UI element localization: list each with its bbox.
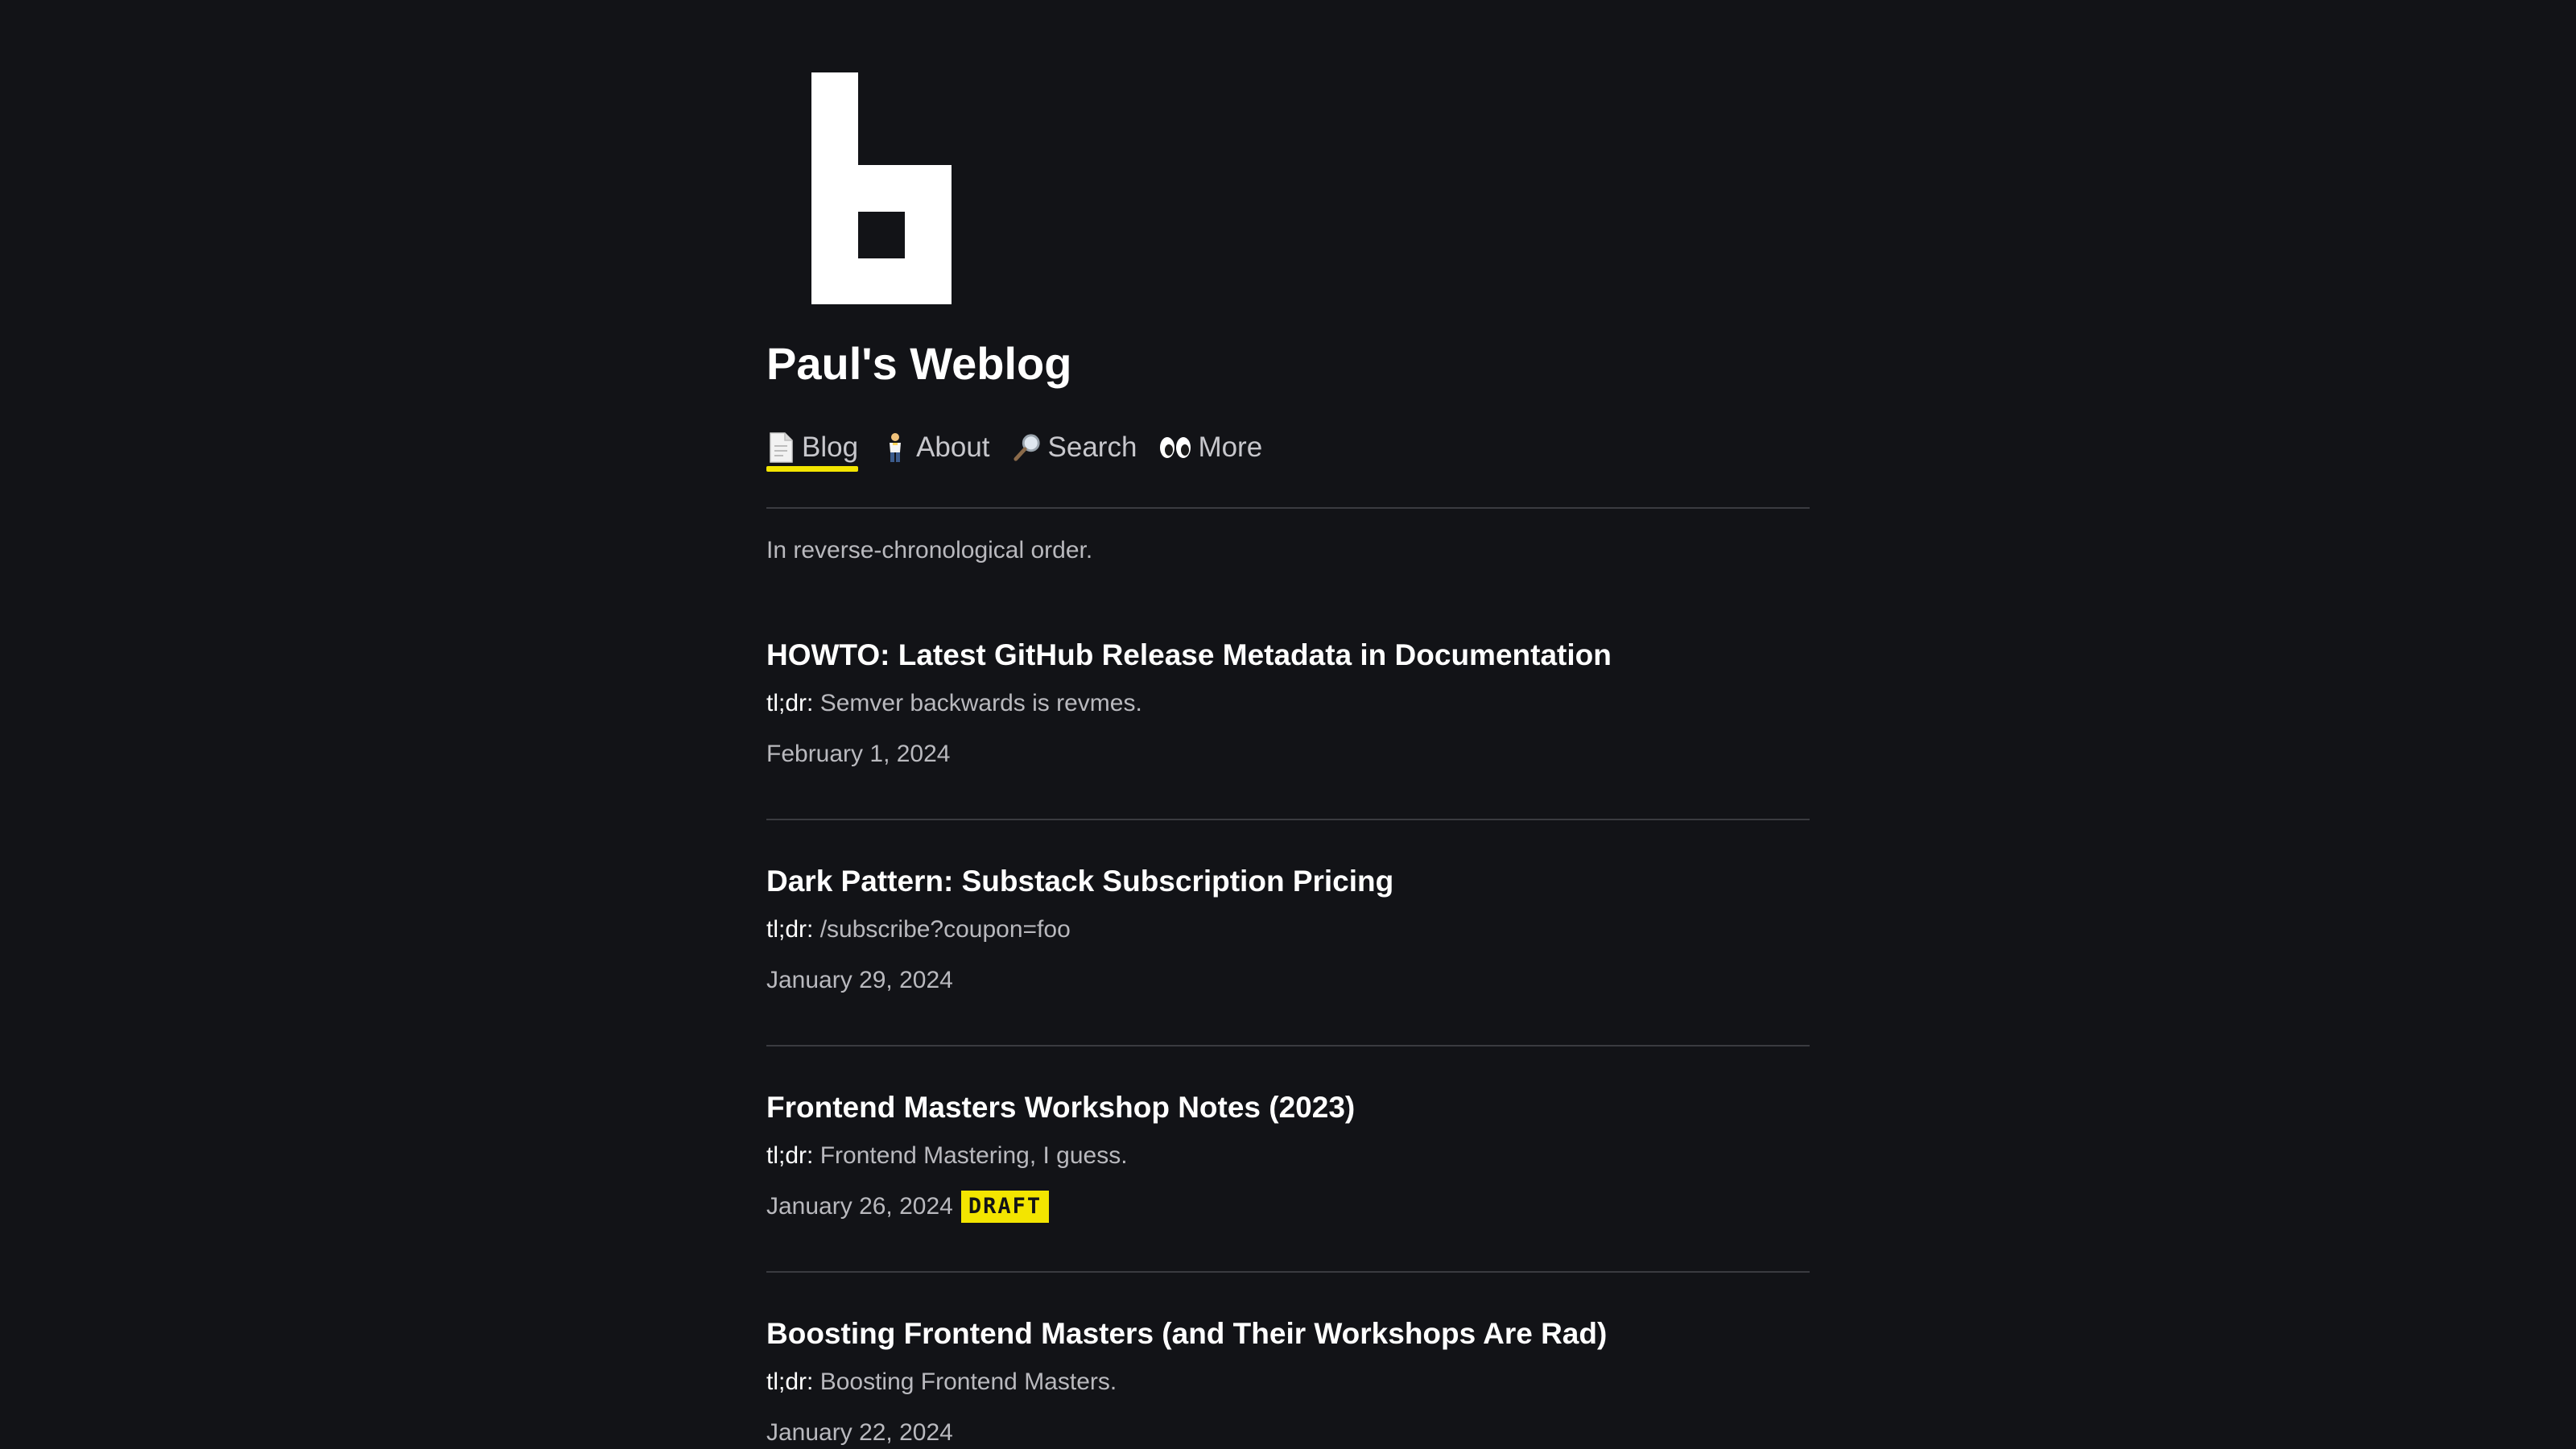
post-tldr: tl;dr: /subscribe?coupon=foo [766, 914, 1071, 946]
draft-badge: DRAFT [960, 1191, 1050, 1223]
nav-label: Blog [802, 431, 859, 463]
nav-item-more[interactable]: More [1159, 427, 1262, 469]
divider [766, 819, 1810, 820]
tldr-text: /subscribe?coupon=foo [819, 916, 1071, 943]
nav-item-blog[interactable]: Blog [766, 427, 859, 472]
tldr-label: tl;dr: [766, 1142, 814, 1169]
tldr-label: tl;dr: [766, 1368, 814, 1395]
page-icon [766, 431, 795, 464]
tldr-label: tl;dr: [766, 690, 814, 716]
post-date: January 29, 2024 [766, 967, 953, 993]
pixel-b-logo-icon [811, 72, 952, 304]
site-logo[interactable] [811, 72, 952, 304]
post-title-link[interactable]: Boosting Frontend Masters (and Their Wor… [766, 1315, 1810, 1353]
intro-text: In reverse-chronological order. [766, 537, 1093, 564]
nav-label: Search [1047, 431, 1137, 463]
divider [766, 507, 1810, 509]
post-meta: January 26, 2024 DRAFT [766, 1191, 1050, 1223]
nav-item-search[interactable]: Search [1013, 427, 1137, 469]
post-item: Boosting Frontend Masters (and Their Wor… [766, 1315, 1810, 1446]
post-tldr: tl;dr: Semver backwards is revmes. [766, 687, 1142, 720]
person-icon [881, 431, 910, 464]
post-meta: January 29, 2024 [766, 964, 953, 997]
post-title-link[interactable]: Frontend Masters Workshop Notes (2023) [766, 1088, 1810, 1127]
nav-item-about[interactable]: About [881, 427, 990, 469]
magnifier-icon [1013, 431, 1042, 464]
post-meta: January 22, 2024 [766, 1417, 953, 1449]
site-title[interactable]: Paul's Weblog [766, 336, 1071, 390]
post-meta: February 1, 2024 [766, 738, 950, 770]
post-title-link[interactable]: HOWTO: Latest GitHub Release Metadata in… [766, 636, 1810, 675]
nav-label: About [916, 431, 990, 463]
divider [766, 1045, 1810, 1046]
tldr-text: Boosting Frontend Masters. [819, 1368, 1117, 1395]
tldr-label: tl;dr: [766, 916, 814, 943]
post-date: January 26, 2024 [766, 1193, 953, 1220]
nav-label: More [1198, 431, 1263, 463]
post-date: February 1, 2024 [766, 741, 951, 767]
post-item: Frontend Masters Workshop Notes (2023) t… [766, 1088, 1810, 1223]
main-nav: Blog About Search More [766, 427, 1262, 472]
post-tldr: tl;dr: Frontend Mastering, I guess. [766, 1140, 1128, 1172]
post-item: HOWTO: Latest GitHub Release Metadata in… [766, 636, 1810, 767]
divider [766, 1271, 1810, 1273]
post-tldr: tl;dr: Boosting Frontend Masters. [766, 1366, 1117, 1398]
eyes-icon [1159, 431, 1191, 464]
post-date: January 22, 2024 [766, 1419, 953, 1446]
tldr-text: Frontend Mastering, I guess. [819, 1142, 1128, 1169]
post-item: Dark Pattern: Substack Subscription Pric… [766, 862, 1810, 993]
post-title-link[interactable]: Dark Pattern: Substack Subscription Pric… [766, 862, 1810, 901]
tldr-text: Semver backwards is revmes. [819, 690, 1142, 716]
